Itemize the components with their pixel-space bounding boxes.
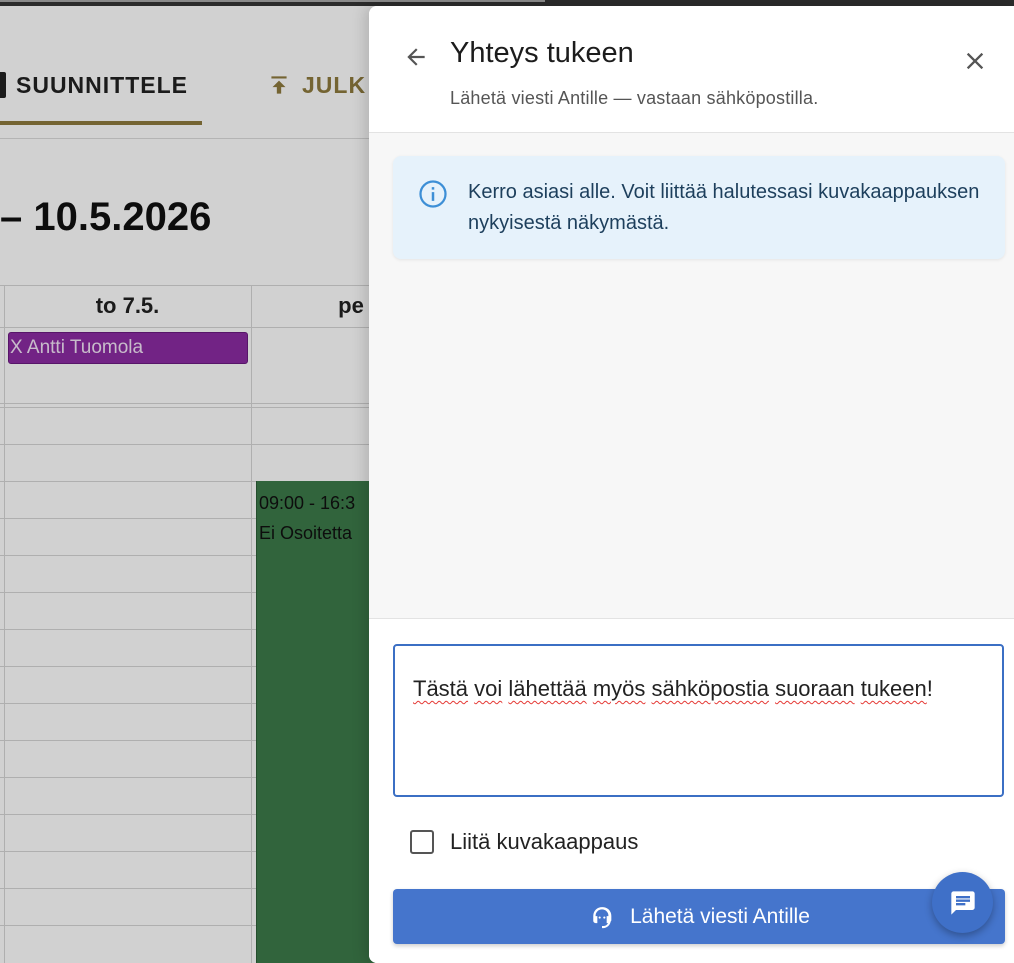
chat-icon bbox=[950, 890, 975, 915]
drawer-footer: Tästä voi lähettää myös sähköpostia suor… bbox=[369, 618, 1014, 963]
info-icon bbox=[419, 180, 447, 208]
drawer-header: Yhteys tukeen Lähetä viesti Antille — va… bbox=[369, 6, 1014, 133]
attach-screenshot-option[interactable]: Liitä kuvakaappaus bbox=[410, 829, 638, 855]
message-word: suoraan bbox=[775, 676, 855, 701]
chat-fab-button[interactable] bbox=[932, 872, 993, 933]
message-word: myös bbox=[592, 676, 646, 701]
send-message-label: Lähetä viesti Antille bbox=[630, 904, 810, 928]
message-word: lähettää bbox=[508, 676, 587, 701]
drawer-body: Kerro asiasi alle. Voit liittää halutess… bbox=[369, 133, 1014, 618]
support-drawer: Yhteys tukeen Lähetä viesti Antille — va… bbox=[369, 6, 1014, 963]
message-word: tukeen bbox=[860, 676, 927, 701]
info-alert: Kerro asiasi alle. Voit liittää halutess… bbox=[393, 156, 1005, 259]
arrow-left-icon bbox=[407, 48, 425, 66]
message-word: voi bbox=[474, 676, 503, 701]
support-agent-icon bbox=[593, 906, 612, 928]
message-punct: ! bbox=[926, 676, 933, 701]
attach-screenshot-checkbox[interactable] bbox=[410, 830, 434, 854]
message-word: Tästä bbox=[413, 676, 469, 701]
attach-screenshot-label: Liitä kuvakaappaus bbox=[450, 829, 639, 854]
back-button[interactable] bbox=[399, 40, 433, 74]
message-word: sähköpostia bbox=[651, 676, 769, 701]
info-text: Kerro asiasi alle. Voit liittää halutess… bbox=[468, 181, 980, 234]
top-strip-highlight bbox=[0, 0, 545, 2]
message-textarea[interactable]: Tästä voi lähettää myös sähköpostia suor… bbox=[393, 644, 1004, 797]
close-icon bbox=[966, 52, 984, 70]
drawer-title: Yhteys tukeen bbox=[450, 37, 634, 69]
send-message-button[interactable]: Lähetä viesti Antille bbox=[393, 889, 1005, 944]
drawer-subtitle: Lähetä viesti Antille — vastaan sähköpos… bbox=[450, 88, 819, 108]
close-button[interactable] bbox=[957, 43, 993, 79]
